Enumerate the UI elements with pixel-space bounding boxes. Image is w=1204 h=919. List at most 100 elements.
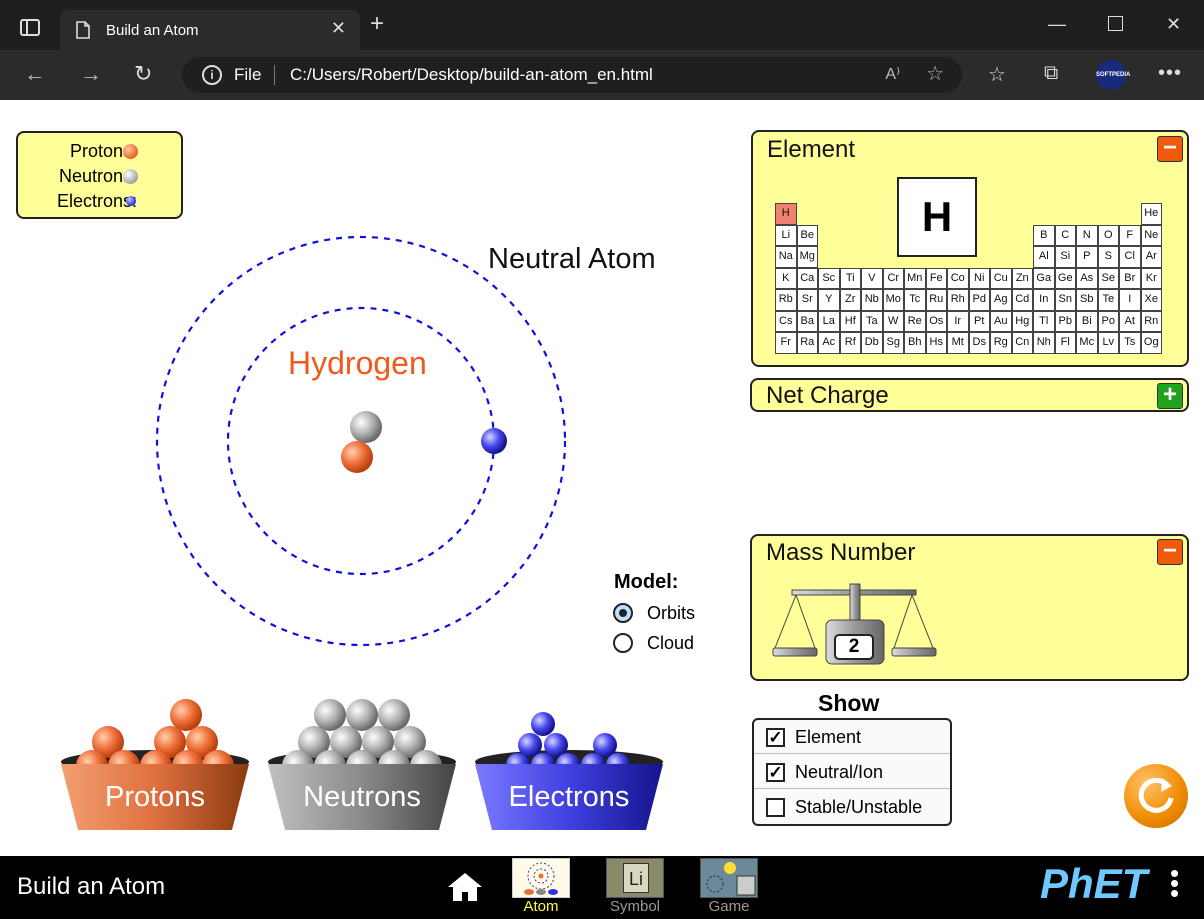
refresh-icon[interactable]: ↻: [134, 61, 152, 87]
model-orbits-radio[interactable]: [613, 603, 633, 623]
element-cell-si[interactable]: Si: [1054, 246, 1076, 268]
element-cell-v[interactable]: V: [861, 267, 883, 289]
element-cell-re[interactable]: Re: [904, 310, 926, 332]
element-cell-ba[interactable]: Ba: [796, 310, 818, 332]
element-cell-p[interactable]: P: [1076, 246, 1098, 268]
element-cell-au[interactable]: Au: [990, 310, 1012, 332]
minimize-icon[interactable]: —: [1048, 14, 1066, 35]
element-cell-os[interactable]: Os: [925, 310, 947, 332]
element-cell-hf[interactable]: Hf: [839, 310, 861, 332]
element-cell-ar[interactable]: Ar: [1140, 246, 1162, 268]
element-cell-ni[interactable]: Ni: [968, 267, 990, 289]
element-cell-h[interactable]: H: [775, 203, 797, 225]
phet-logo[interactable]: PhET: [1040, 860, 1147, 908]
profile-avatar[interactable]: SOFTPEDIA: [1096, 60, 1130, 90]
element-cell-te[interactable]: Te: [1097, 289, 1119, 311]
element-cell-se[interactable]: Se: [1097, 267, 1119, 289]
element-cell-cn[interactable]: Cn: [1011, 332, 1033, 354]
element-cell-ti[interactable]: Ti: [839, 267, 861, 289]
element-cell-k[interactable]: K: [775, 267, 797, 289]
element-cell-ne[interactable]: Ne: [1140, 224, 1162, 246]
element-cell-br[interactable]: Br: [1119, 267, 1141, 289]
element-cell-na[interactable]: Na: [775, 246, 797, 268]
element-cell-nb[interactable]: Nb: [861, 289, 883, 311]
element-cell-bi[interactable]: Bi: [1076, 310, 1098, 332]
element-cell-sr[interactable]: Sr: [796, 289, 818, 311]
show-element-checkbox[interactable]: ✓: [766, 728, 785, 747]
more-menu-icon[interactable]: •••: [1158, 62, 1182, 85]
orbit-electron[interactable]: [481, 428, 507, 454]
element-cell-o[interactable]: O: [1097, 224, 1119, 246]
element-cell-ge[interactable]: Ge: [1054, 267, 1076, 289]
element-cell-fl[interactable]: Fl: [1054, 332, 1076, 354]
element-cell-ta[interactable]: Ta: [861, 310, 883, 332]
add-favorite-icon[interactable]: ☆: [926, 61, 944, 86]
element-cell-w[interactable]: W: [882, 310, 904, 332]
screen-atom-button[interactable]: Atom: [511, 858, 571, 915]
element-collapse-button[interactable]: −: [1157, 136, 1183, 162]
element-cell-co[interactable]: Co: [947, 267, 969, 289]
tab-actions-icon[interactable]: [20, 19, 40, 36]
element-cell-be[interactable]: Be: [796, 224, 818, 246]
element-cell-zn[interactable]: Zn: [1011, 267, 1033, 289]
show-stable-unstable-row[interactable]: Stable/Unstable: [754, 790, 950, 824]
element-cell-db[interactable]: Db: [861, 332, 883, 354]
element-cell-lv[interactable]: Lv: [1097, 332, 1119, 354]
element-cell-sb[interactable]: Sb: [1076, 289, 1098, 311]
element-cell-pb[interactable]: Pb: [1054, 310, 1076, 332]
element-cell-s[interactable]: S: [1097, 246, 1119, 268]
element-cell-pt[interactable]: Pt: [968, 310, 990, 332]
home-icon[interactable]: [446, 871, 484, 903]
element-cell-rf[interactable]: Rf: [839, 332, 861, 354]
collections-icon[interactable]: ⧉: [1044, 62, 1058, 85]
element-cell-n[interactable]: N: [1076, 224, 1098, 246]
screen-symbol-button[interactable]: Li Symbol: [605, 858, 665, 915]
element-cell-mt[interactable]: Mt: [947, 332, 969, 354]
element-cell-hs[interactable]: Hs: [925, 332, 947, 354]
element-cell-la[interactable]: La: [818, 310, 840, 332]
element-cell-as[interactable]: As: [1076, 267, 1098, 289]
element-cell-og[interactable]: Og: [1140, 332, 1162, 354]
element-cell-nh[interactable]: Nh: [1033, 332, 1055, 354]
model-cloud-label[interactable]: Cloud: [647, 633, 694, 654]
element-cell-mg[interactable]: Mg: [796, 246, 818, 268]
element-cell-li[interactable]: Li: [775, 224, 797, 246]
tab-close-icon[interactable]: ✕: [331, 18, 346, 39]
element-cell-at[interactable]: At: [1119, 310, 1141, 332]
element-cell-pd[interactable]: Pd: [968, 289, 990, 311]
info-icon[interactable]: i: [202, 65, 222, 85]
element-cell-cr[interactable]: Cr: [882, 267, 904, 289]
element-cell-ts[interactable]: Ts: [1119, 332, 1141, 354]
element-cell-tl[interactable]: Tl: [1033, 310, 1055, 332]
element-cell-mo[interactable]: Mo: [882, 289, 904, 311]
net-charge-expand-button[interactable]: +: [1157, 383, 1183, 409]
element-cell-ca[interactable]: Ca: [796, 267, 818, 289]
read-aloud-icon[interactable]: A⁾: [885, 64, 900, 84]
element-cell-mn[interactable]: Mn: [904, 267, 926, 289]
favorites-icon[interactable]: ☆: [988, 62, 1006, 87]
show-stable-unstable-label[interactable]: Stable/Unstable: [795, 797, 922, 818]
maximize-icon[interactable]: [1108, 16, 1123, 31]
element-cell-cu[interactable]: Cu: [990, 267, 1012, 289]
element-cell-ag[interactable]: Ag: [990, 289, 1012, 311]
nucleus-proton[interactable]: [341, 441, 373, 473]
show-neutral-ion-row[interactable]: ✓ Neutral/Ion: [754, 755, 950, 789]
mass-number-collapse-button[interactable]: −: [1157, 539, 1183, 565]
show-element-row[interactable]: ✓ Element: [754, 720, 950, 754]
element-cell-po[interactable]: Po: [1097, 310, 1119, 332]
element-cell-b[interactable]: B: [1033, 224, 1055, 246]
element-cell-al[interactable]: Al: [1033, 246, 1055, 268]
element-cell-rn[interactable]: Rn: [1140, 310, 1162, 332]
element-cell-zr[interactable]: Zr: [839, 289, 861, 311]
element-cell-f[interactable]: F: [1119, 224, 1141, 246]
browser-tab[interactable]: Build an Atom ✕: [60, 10, 360, 50]
address-url[interactable]: C:/Users/Robert/Desktop/build-an-atom_en…: [290, 65, 653, 85]
show-element-label[interactable]: Element: [795, 727, 861, 748]
model-orbits-label[interactable]: Orbits: [647, 603, 695, 624]
element-cell-hg[interactable]: Hg: [1011, 310, 1033, 332]
element-cell-i[interactable]: I: [1119, 289, 1141, 311]
screen-game-button[interactable]: Game: [699, 858, 759, 915]
element-cell-rg[interactable]: Rg: [990, 332, 1012, 354]
element-cell-ru[interactable]: Ru: [925, 289, 947, 311]
show-stable-unstable-checkbox[interactable]: [766, 798, 785, 817]
